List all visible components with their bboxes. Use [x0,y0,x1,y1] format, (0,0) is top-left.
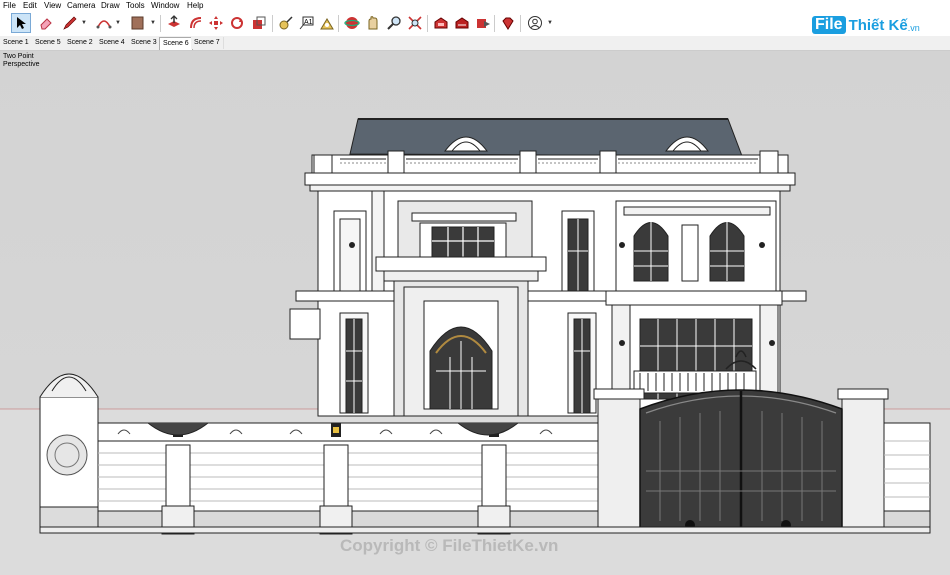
select-icon[interactable] [11,13,31,33]
tab-scene-2[interactable]: Scene 2 [64,37,97,49]
paint-bucket-icon[interactable] [129,14,147,32]
scale-icon[interactable] [250,14,268,32]
pan-icon[interactable] [364,14,382,32]
push-pull-icon[interactable] [165,14,183,32]
menu-draw[interactable]: Draw [101,1,120,10]
offset-icon[interactable] [187,14,205,32]
menu-edit[interactable]: Edit [23,1,37,10]
text-icon[interactable]: A1 [297,14,315,32]
move-icon[interactable] [207,14,225,32]
chevron-down-icon[interactable]: ▼ [547,20,553,26]
menu-help[interactable]: Help [187,1,203,10]
menu-tools[interactable]: Tools [126,1,145,10]
send-icon[interactable] [474,14,492,32]
tape-measure-icon[interactable] [277,14,295,32]
extension-icon[interactable] [453,14,471,32]
menu-view[interactable]: View [44,1,61,10]
ruby-icon[interactable] [499,14,517,32]
pencil-icon[interactable] [61,14,79,32]
zoom-icon[interactable] [385,14,403,32]
logo-text: Thiết Kế [848,16,908,34]
arc-icon[interactable] [95,14,113,32]
chevron-down-icon[interactable]: ▼ [81,20,87,26]
toolbar: ▼ ▼ ▼ A1 ▼ [0,12,950,36]
copyright-watermark: Copyright © FileThietKe.vn [340,536,559,555]
villa-model [0,118,950,535]
tab-scene-4[interactable]: Scene 4 [96,37,129,49]
menu-bar: File Edit View Camera Draw Tools Window … [0,0,950,12]
warehouse-icon[interactable] [432,14,450,32]
tab-scene-1[interactable]: Scene 1 [0,37,33,49]
tab-scene-3[interactable]: Scene 3 [128,37,161,49]
tab-scene-7[interactable]: Scene 7 [191,37,224,49]
menu-camera[interactable]: Camera [67,1,95,10]
logo-file: File [812,16,846,34]
account-icon[interactable] [526,14,544,32]
chevron-down-icon[interactable]: ▼ [115,20,121,26]
tab-scene-6[interactable]: Scene 6 [159,37,193,50]
svg-text:A1: A1 [304,19,313,26]
tab-scene-5[interactable]: Scene 5 [32,37,65,49]
orbit-icon[interactable] [343,14,361,32]
zoom-extents-icon[interactable] [406,14,424,32]
mansard-roof [349,118,743,157]
upper-facade [317,190,781,302]
filethietke-logo: File Thiết Kế .vn [812,14,920,36]
rotate-icon[interactable] [228,14,246,32]
menu-window[interactable]: Window [151,1,179,10]
menu-file[interactable]: File [3,1,16,10]
logo-domain: .vn [907,23,920,33]
model-viewport[interactable]: Two Point Perspective [0,51,950,575]
eraser-icon[interactable] [37,14,55,32]
chevron-down-icon[interactable]: ▼ [150,20,156,26]
scene-tabs: Scene 1 Scene 5 Scene 2 Scene 4 Scene 3 … [0,36,950,51]
dimension-icon[interactable] [318,14,336,32]
